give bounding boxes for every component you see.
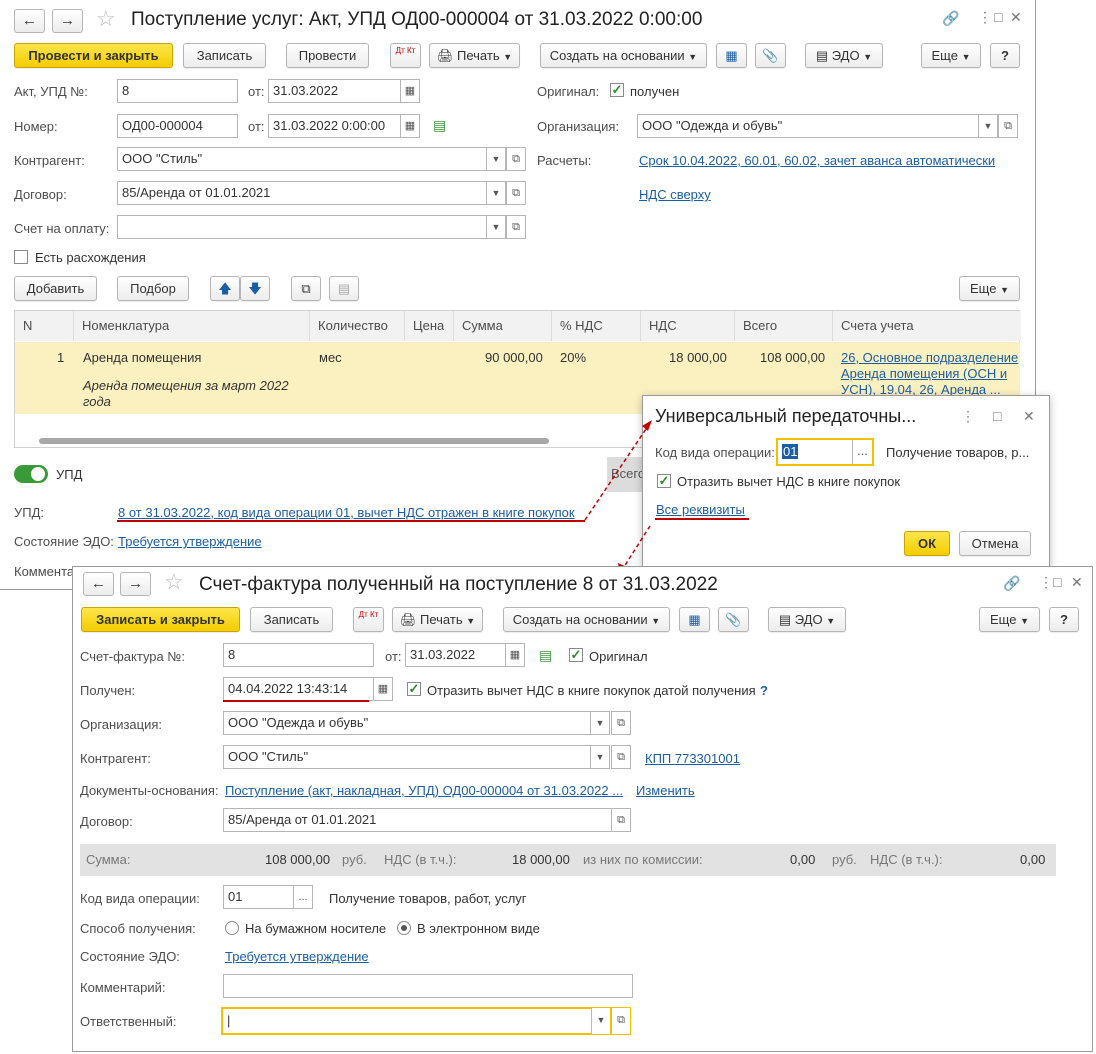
more-button[interactable]: Еще ▼ (979, 607, 1040, 632)
more-label: Еще (990, 612, 1017, 627)
star-icon[interactable]: ☆ (164, 569, 184, 595)
arrow-to-dialog (584, 422, 651, 521)
help-button[interactable]: ? (1049, 607, 1079, 632)
electronic-label: В электронном виде (417, 921, 540, 936)
help-question-icon[interactable]: ? (760, 683, 768, 698)
printer-icon: 🖨 (399, 612, 417, 627)
create-based-label: Создать на основании (512, 612, 648, 627)
original-label: Оригинал (589, 649, 648, 664)
open-icon[interactable]: ⧉ (611, 711, 631, 735)
select-icon[interactable]: ... (293, 885, 313, 909)
received-red-underline (223, 700, 369, 702)
paperclip-icon: 📎 (725, 612, 742, 627)
structure-icon: ▦ (688, 612, 701, 627)
responsible-field[interactable]: | (221, 1007, 593, 1035)
back-button[interactable]: ← (83, 572, 114, 596)
commission-vat-label: НДС (в т.ч.): (870, 852, 943, 867)
comment-field[interactable] (223, 974, 633, 998)
from-label: от: (385, 649, 402, 664)
arrowhead-to-dialog (642, 420, 652, 431)
close-icon[interactable]: ✕ (1071, 574, 1083, 591)
vat-value: 18 000,00 (512, 852, 570, 867)
contractor-label: Контрагент: (80, 751, 151, 766)
sum-label: Сумма: (86, 852, 131, 867)
open-icon[interactable]: ⧉ (611, 745, 631, 769)
invoice-number-field[interactable]: 8 (223, 643, 374, 667)
edit-green-icon[interactable]: ▤ (539, 647, 552, 664)
op-code-label: Код вида операции: (80, 891, 200, 906)
organization-label: Организация: (80, 717, 163, 732)
received-field[interactable]: 04.04.2022 13:43:14 (223, 677, 374, 701)
open-icon[interactable]: ⧉ (611, 808, 631, 832)
paper-radio[interactable] (225, 921, 239, 935)
chevron-down-icon: ▼ (466, 616, 476, 626)
arrow-to-invoice (621, 525, 651, 571)
vat-incl-label: НДС (в т.ч.): (384, 852, 457, 867)
attach-button[interactable]: 📎 (718, 607, 749, 632)
chevron-down-icon[interactable]: ▼ (590, 745, 610, 769)
edo-label: ЭДО (794, 612, 823, 627)
print-label: Печать (420, 612, 463, 627)
contract-field[interactable]: 85/Аренда от 01.01.2021 (223, 808, 612, 832)
organization-field[interactable]: ООО "Одежда и обувь" (223, 711, 591, 735)
save-button[interactable]: Записать (250, 607, 333, 632)
save-and-close-button[interactable]: Записать и закрыть (81, 607, 240, 632)
maximize-icon[interactable]: □ (1053, 574, 1061, 590)
dt-kt-button[interactable]: Дт Кт (353, 607, 384, 632)
chevron-down-icon: ▼ (651, 616, 661, 626)
responsible-label: Ответственный: (80, 1014, 177, 1029)
paper-label: На бумажном носителе (245, 921, 387, 936)
received-label: Получен: (80, 683, 136, 698)
commission-label: из них по комиссии: (583, 852, 703, 867)
chevron-down-icon: ▼ (1020, 616, 1029, 626)
base-docs-link[interactable]: Поступление (акт, накладная, УПД) ОД00-0… (225, 783, 623, 798)
edo-button[interactable]: ▤ ЭДО ▼ (768, 607, 846, 632)
chevron-down-icon: ▼ (826, 616, 836, 626)
create-based-button[interactable]: Создать на основании ▼ (503, 607, 670, 632)
edo-icon: ▤ (778, 612, 792, 627)
commission-vat-value: 0,00 (1020, 852, 1046, 867)
dt-kt-icon: Дт Кт (358, 610, 379, 619)
reflect-vat-label: Отразить вычет НДС в книге покупок датой… (427, 683, 756, 698)
commission-value: 0,00 (790, 852, 816, 867)
kpp-link[interactable]: КПП 773301001 (645, 751, 740, 766)
invoice-title: Счет-фактура полученный на поступление 8… (199, 574, 718, 595)
chevron-down-icon[interactable]: ▼ (590, 711, 610, 735)
chevron-down-icon[interactable]: ▼ (591, 1007, 611, 1035)
calendar-icon[interactable]: ▦ (505, 643, 525, 667)
commission-rub: руб. (832, 852, 857, 867)
contractor-field[interactable]: ООО "Стиль" (223, 745, 591, 769)
edo-state-link[interactable]: Требуется утверждение (225, 949, 369, 964)
base-docs-label: Документы-основания: (80, 783, 219, 798)
open-icon[interactable]: ⧉ (611, 1007, 631, 1035)
sum-value: 108 000,00 (265, 852, 331, 867)
menu-icon[interactable]: ⋮ (1039, 574, 1053, 591)
method-label: Способ получения: (80, 921, 196, 936)
forward-button[interactable]: → (120, 572, 151, 596)
print-button[interactable]: 🖨 Печать ▼ (392, 607, 483, 632)
totals-bar: Сумма: 108 000,00 руб. НДС (в т.ч.): 18 … (80, 844, 1056, 876)
link-icon[interactable]: 🔗 (1003, 575, 1020, 592)
electronic-radio[interactable] (397, 921, 411, 935)
change-link[interactable]: Изменить (636, 783, 695, 798)
comment-label: Комментарий: (80, 980, 166, 995)
sum-rub: руб. (342, 852, 367, 867)
edo-state-label: Состояние ЭДО: (80, 949, 180, 964)
reflect-vat-checkbox[interactable]: ✓ (407, 682, 421, 696)
structure-button[interactable]: ▦ (679, 607, 710, 632)
contract-label: Договор: (80, 814, 133, 829)
original-checkbox[interactable]: ✓ (569, 648, 583, 662)
op-code-desc: Получение товаров, работ, услуг (329, 891, 527, 906)
invoice-window: ← → ☆ Счет-фактура полученный на поступл… (72, 566, 1093, 1052)
calendar-icon[interactable]: ▦ (373, 677, 393, 701)
invoice-date-field[interactable]: 31.03.2022 (405, 643, 506, 667)
op-code-field[interactable]: 01 (223, 885, 294, 909)
invoice-number-label: Счет-фактура №: (80, 649, 185, 664)
